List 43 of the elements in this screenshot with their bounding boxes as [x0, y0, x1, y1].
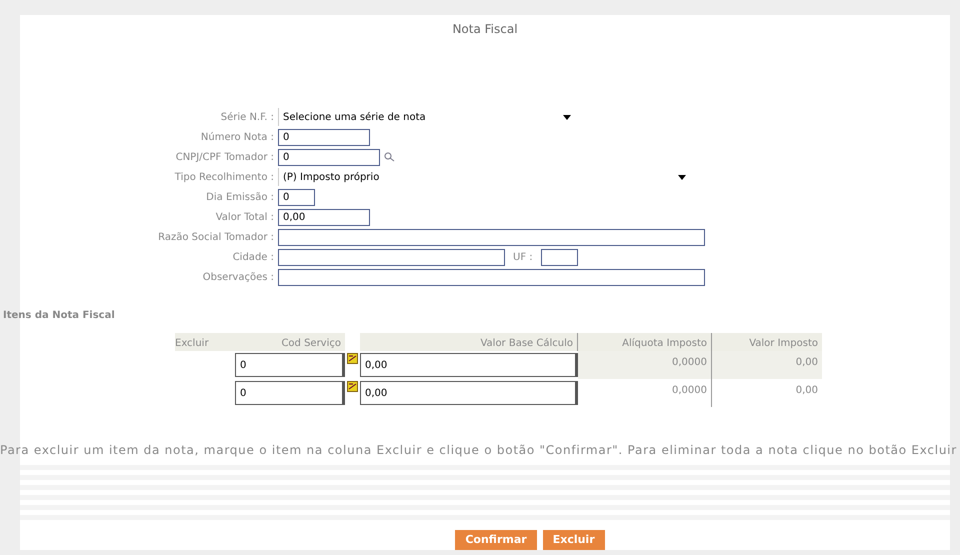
field-label: Cidade :	[232, 250, 274, 264]
field-label: Série N.F. :	[220, 110, 274, 124]
input-field[interactable]: 0,00	[278, 208, 370, 226]
section-title: Itens da Nota Fiscal	[3, 310, 115, 321]
input-field[interactable]: 0	[278, 148, 380, 166]
instruction-text: Para excluir um item da nota, marque o item na coluna Excluir e clique o botão "Confirmar". Para eliminar toda a nota clique no botão Excluir	[0, 443, 957, 457]
input-field[interactable]: 0	[278, 128, 370, 146]
field-label: Observações :	[202, 270, 274, 284]
select-field[interactable]: (P) Imposto próprio	[278, 168, 690, 186]
table-cell: 0,0000	[578, 351, 712, 379]
input-field[interactable]: 0,00	[360, 353, 578, 377]
input-field[interactable]	[278, 228, 705, 246]
calculator-icon[interactable]	[347, 381, 358, 392]
table-cell: 0,0000	[578, 379, 712, 407]
select-value: Selecione uma série de nota	[283, 110, 426, 124]
field-label: Valor Total :	[216, 210, 274, 224]
input-field[interactable]: 0,00	[360, 381, 578, 405]
input-field[interactable]: 0	[235, 381, 345, 405]
input-field[interactable]	[278, 268, 705, 286]
column-header: Cod Serviço	[235, 333, 345, 351]
input-field[interactable]	[540, 248, 578, 266]
column-header: Valor Base Cálculo	[360, 333, 578, 351]
input-field[interactable]: 0	[235, 353, 345, 377]
field-label: UF :	[512, 250, 534, 264]
search-icon[interactable]	[384, 152, 396, 162]
select-field[interactable]: Selecione uma série de nota	[278, 108, 575, 126]
field-label: Número Nota :	[200, 130, 274, 144]
input-field[interactable]: 0	[278, 188, 315, 206]
column-header: Excluir	[175, 333, 235, 351]
select-value: (P) Imposto próprio	[283, 170, 380, 184]
table-cell: 0,00	[712, 351, 822, 379]
calculator-icon[interactable]	[347, 353, 358, 364]
field-label: Dia Emissão :	[206, 190, 274, 204]
field-label: Tipo Recolhimento :	[174, 170, 274, 184]
field-label: CNPJ/CPF Tomador :	[176, 150, 274, 164]
column-header: Valor Imposto	[712, 333, 822, 351]
column-header: Alíquota Imposto	[578, 333, 712, 351]
table-cell-text: 0,00	[794, 384, 819, 398]
field-label: Razão Social Tomador :	[158, 230, 274, 244]
form-title: Nota Fiscal	[452, 21, 518, 38]
caret-icon	[678, 174, 686, 180]
input-field[interactable]	[278, 248, 505, 266]
caret-icon	[563, 114, 571, 120]
